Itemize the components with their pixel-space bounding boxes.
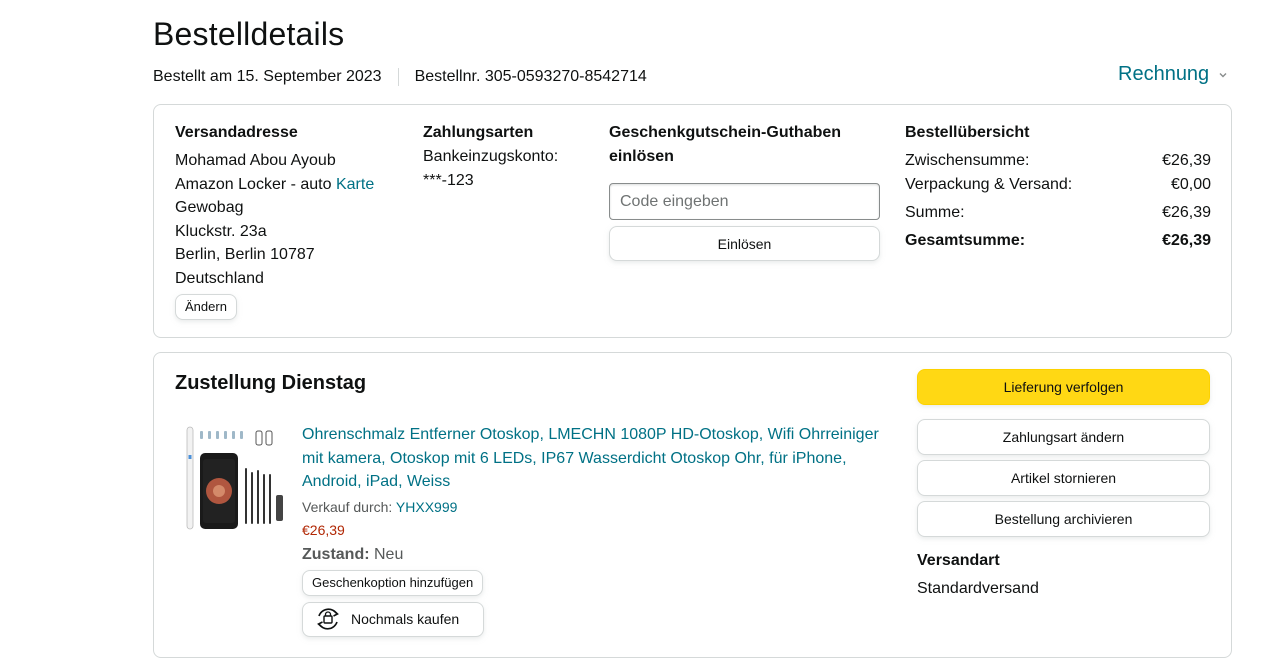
delivery-status-title: Zustellung Dienstag [175, 372, 367, 394]
total-value: €26,39 [1162, 232, 1211, 249]
condition-value: Neu [369, 545, 404, 563]
address-street: Kluckstr. 23a [175, 222, 267, 240]
address-line-2: Gewobag [175, 199, 244, 216]
address-name: Mohamad Abou Ayoub [175, 152, 336, 169]
total-label: Gesamtsumme: [905, 232, 1026, 249]
address-city: Berlin, Berlin 10787 [175, 246, 315, 263]
address-country: Deutschland [175, 269, 264, 287]
order-number: Bestellnr. 305-0593270-8542714 [414, 68, 647, 85]
product-price: €26,39 [302, 521, 345, 538]
sold-by-label: Verkauf durch: [302, 498, 396, 515]
meta-divider [397, 68, 399, 86]
invoice-dropdown[interactable]: Rechnung [1118, 63, 1229, 86]
subtotal-label: Zwischensumme: [905, 152, 1030, 169]
invoice-label: Rechnung [1118, 63, 1210, 85]
change-address-button[interactable]: Ändern [175, 294, 237, 320]
redeem-button[interactable]: Einlösen [609, 226, 880, 261]
change-payment-button[interactable]: Zahlungsart ändern [917, 419, 1210, 455]
payment-heading: Zahlungsarten [423, 124, 534, 141]
page-title: Bestelldetails [153, 16, 345, 52]
add-gift-option-button[interactable]: Geschenkoption hinzufügen [302, 569, 484, 596]
buy-again-button[interactable]: Nochmals kaufen [302, 601, 484, 637]
gift-card-heading: Geschenkgutschein-Guthaben einlösen [609, 124, 842, 165]
payment-account: ***-123 [423, 171, 474, 189]
gift-card-section: Geschenkgutschein-Guthaben einlösen Einl… [609, 121, 881, 261]
shipping-cost-label: Verpackung & Versand: [905, 176, 1073, 193]
chevron-down-icon [1219, 72, 1227, 77]
shipping-address-section: Versandadresse Mohamad Abou Ayoub Amazon… [175, 121, 405, 320]
shipment-box: Zustellung Dienstag Ohrenschmalz Entfern… [153, 352, 1232, 658]
seller-link[interactable]: YHXX999 [396, 499, 457, 515]
order-date: Bestellt am 15. September 2023 [153, 68, 382, 85]
sold-by: Verkauf durch: YHXX999 [302, 497, 882, 517]
gift-code-input[interactable] [609, 183, 880, 220]
order-info-box: Versandadresse Mohamad Abou Ayoub Amazon… [153, 104, 1232, 338]
buy-again-label: Nochmals kaufen [351, 611, 460, 627]
sum-label: Summe: [905, 204, 965, 221]
address-line-locker: Amazon Locker - auto Karte [175, 173, 405, 197]
order-actions: Lieferung verfolgen Zahlungsart ändern A… [917, 369, 1210, 601]
order-meta: Bestellt am 15. September 2023 Bestellnr… [153, 68, 647, 86]
archive-order-button[interactable]: Bestellung archivieren [917, 501, 1210, 537]
cancel-items-button[interactable]: Artikel stornieren [917, 460, 1210, 496]
order-summary-section: Bestellübersicht Zwischensumme: €26,39 V… [905, 121, 1211, 253]
product-title-link[interactable]: Ohrenschmalz Entferner Otoskop, LMECHN 1… [302, 423, 882, 494]
shipping-method-value: Standardversand [917, 580, 1039, 597]
sum-value: €26,39 [1162, 204, 1211, 221]
summary-row-shipping: Verpackung & Versand: €0,00 [905, 173, 1211, 197]
buy-again-icon [317, 608, 339, 630]
order-summary-heading: Bestellübersicht [905, 124, 1030, 141]
summary-row-total: Gesamtsumme: €26,39 [905, 229, 1211, 253]
summary-row-sum: Summe: €26,39 [905, 201, 1211, 225]
address-locker-text: Amazon Locker - auto [175, 175, 336, 193]
summary-row-subtotal: Zwischensumme: €26,39 [905, 149, 1211, 173]
payment-section: Zahlungsarten Bankeinzugskonto: ***-123 [423, 121, 593, 192]
product-image[interactable] [184, 425, 288, 533]
condition-label: Zustand: [302, 545, 370, 563]
product-condition: Zustand: Neu [302, 543, 882, 566]
product-info: Ohrenschmalz Entferner Otoskop, LMECHN 1… [302, 423, 882, 637]
map-link[interactable]: Karte [336, 176, 374, 193]
shipping-cost-value: €0,00 [1170, 176, 1211, 193]
track-package-button[interactable]: Lieferung verfolgen [917, 369, 1210, 405]
shipping-address-heading: Versandadresse [175, 124, 298, 141]
payment-method: Bankeinzugskonto: [423, 148, 559, 165]
subtotal-value: €26,39 [1162, 152, 1211, 169]
shipping-method-label: Versandart [917, 552, 1000, 569]
